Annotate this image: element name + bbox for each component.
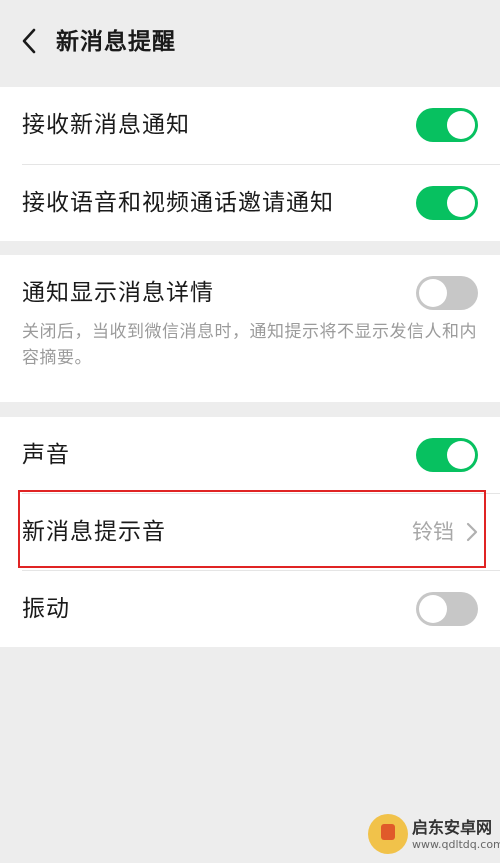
watermark: 启东安卓网 www.qdltdq.com [368,810,500,860]
receive-new-message-label: 接收新消息通知 [22,112,190,138]
toggle-knob [447,189,475,217]
toggle-knob [447,111,475,139]
show-details-description: 关闭后，当收到微信消息时，通知提示将不显示发信人和内容摘要。 [22,322,477,368]
ringtone-row[interactable]: 新消息提示音 铃铛 [0,494,500,570]
notification-group: 接收新消息通知 接收语音和视频通话邀请通知 [0,87,500,241]
call-invite-toggle[interactable] [416,186,478,220]
vibrate-label: 振动 [22,596,70,622]
sound-group: 声音 新消息提示音 铃铛 振动 [0,417,500,647]
toggle-knob [419,595,447,623]
vibrate-row[interactable]: 振动 [0,571,500,647]
call-invite-row[interactable]: 接收语音和视频通话邀请通知 [0,165,500,241]
settings-page: 新消息提醒 接收新消息通知 接收语音和视频通话邀请通知 通知显示消息详情 关闭后… [0,0,500,863]
sound-toggle[interactable] [416,438,478,472]
receive-new-message-row[interactable]: 接收新消息通知 [0,87,500,163]
chevron-right-icon [466,522,478,542]
watermark-url: www.qdltdq.com [412,838,500,851]
sound-row[interactable]: 声音 [0,417,500,493]
toggle-knob [419,279,447,307]
vibrate-toggle[interactable] [416,592,478,626]
call-invite-label: 接收语音和视频通话邀请通知 [22,190,334,216]
watermark-name: 启东安卓网 [412,818,493,837]
watermark-logo [368,814,408,854]
receive-new-message-toggle[interactable] [416,108,478,142]
page-title: 新消息提醒 [56,29,176,55]
ringtone-value: 铃铛 [412,520,454,544]
back-button[interactable] [14,26,44,56]
top-bar: 新消息提醒 [0,0,500,84]
chevron-left-icon [22,28,36,54]
detail-group: 通知显示消息详情 关闭后，当收到微信消息时，通知提示将不显示发信人和内容摘要。 [0,255,500,402]
toggle-knob [447,441,475,469]
show-details-toggle[interactable] [416,276,478,310]
sound-label: 声音 [22,442,70,468]
ringtone-label: 新消息提示音 [22,519,166,545]
